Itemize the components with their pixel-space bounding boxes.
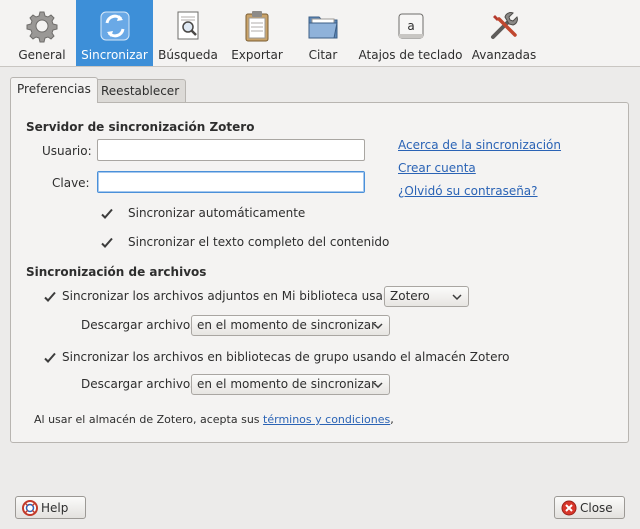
user-field[interactable] xyxy=(97,139,365,161)
tab-label: Reestablecer xyxy=(101,84,180,98)
close-button[interactable]: Close xyxy=(554,496,625,519)
tab-preferencias[interactable]: Preferencias xyxy=(10,77,98,103)
group-files-checkbox[interactable] xyxy=(42,350,58,366)
checkmark-icon xyxy=(101,237,113,248)
preferences-toolbar: General Sincronizar Búsqueda Exportar Ci… xyxy=(0,0,640,67)
search-document-icon xyxy=(177,11,199,40)
terms-link[interactable]: términos y condiciones xyxy=(263,413,390,426)
checkmark-icon xyxy=(101,208,113,219)
toolbar-citar[interactable]: Citar xyxy=(300,0,346,66)
fulltext-sync-label: Sincronizar el texto completo del conten… xyxy=(128,235,390,249)
toolbar-sincronizar[interactable]: Sincronizar xyxy=(76,0,153,66)
toolbar-exportar[interactable]: Exportar xyxy=(228,0,286,66)
create-account-link[interactable]: Crear cuenta xyxy=(398,161,476,175)
tab-reestablecer[interactable]: Reestablecer xyxy=(94,79,187,103)
toolbar-general[interactable]: General xyxy=(13,0,71,66)
my-library-download-select[interactable]: en el momento de sincronizar xyxy=(191,315,390,336)
help-button[interactable]: Help xyxy=(15,496,86,519)
password-field[interactable] xyxy=(97,171,365,193)
clipboard-icon xyxy=(245,11,269,42)
help-icon xyxy=(22,499,38,516)
chevron-down-icon xyxy=(373,382,383,389)
group-download-label: Descargar archivos xyxy=(81,377,197,391)
toolbar-atajos-de-teclado[interactable]: a Atajos de teclado xyxy=(358,0,463,66)
toolbar-label: Atajos de teclado xyxy=(358,48,463,62)
server-heading: Servidor de sincronización Zotero xyxy=(26,120,255,134)
chevron-down-icon xyxy=(373,323,383,330)
password-label: Clave: xyxy=(52,176,90,190)
terms-suffix: , xyxy=(390,413,394,426)
forgot-password-link[interactable]: ¿Olvidó su contraseña? xyxy=(398,184,538,198)
auto-sync-label: Sincronizar automáticamente xyxy=(128,206,306,220)
about-sync-link[interactable]: Acerca de la sincronización xyxy=(398,138,561,152)
help-label: Help xyxy=(41,500,69,515)
toolbar-label: Avanzadas xyxy=(471,48,537,62)
sync-method-value: Zotero xyxy=(390,289,430,303)
close-icon xyxy=(561,500,577,515)
my-library-download-label: Descargar archivos xyxy=(81,318,197,332)
group-download-value: en el momento de sincronizar xyxy=(197,377,377,391)
keyboard-key-icon: a xyxy=(398,13,423,39)
toolbar-label: Exportar xyxy=(231,48,283,62)
my-library-files-checkbox[interactable] xyxy=(42,289,58,305)
chevron-down-icon xyxy=(452,294,462,301)
toolbar-label: General xyxy=(18,48,66,62)
sync-method-select[interactable]: Zotero xyxy=(384,286,469,307)
preferences-panel: Servidor de sincronización Zotero Usuari… xyxy=(10,102,629,443)
terms-notice: Al usar el almacén de Zotero, acepta sus… xyxy=(34,413,394,426)
toolbar-label: Citar xyxy=(308,48,338,62)
sync-icon xyxy=(100,11,129,41)
fulltext-sync-checkbox[interactable] xyxy=(99,235,115,251)
toolbar-label: Búsqueda xyxy=(158,48,218,62)
file-sync-heading: Sincronización de archivos xyxy=(26,265,207,279)
toolbar-busqueda[interactable]: Búsqueda xyxy=(158,0,218,66)
folder-icon xyxy=(308,16,338,39)
user-label: Usuario: xyxy=(42,144,92,158)
close-label: Close xyxy=(580,500,613,515)
toolbar-avanzadas[interactable]: Avanzadas xyxy=(471,0,537,66)
checkmark-icon xyxy=(44,291,56,302)
my-library-download-value: en el momento de sincronizar xyxy=(197,318,377,332)
auto-sync-checkbox[interactable] xyxy=(99,206,115,222)
group-download-select[interactable]: en el momento de sincronizar xyxy=(191,374,390,395)
terms-text: Al usar el almacén de Zotero, acepta sus xyxy=(34,413,260,426)
toolbar-label: Sincronizar xyxy=(81,48,148,62)
key-glyph: a xyxy=(407,19,414,33)
gear-icon xyxy=(26,11,58,43)
my-library-files-label: Sincronizar los archivos adjuntos en Mi … xyxy=(62,289,406,303)
group-files-label: Sincronizar los archivos en bibliotecas … xyxy=(62,350,510,364)
tab-label: Preferencias xyxy=(17,82,91,96)
tools-icon xyxy=(491,12,518,39)
checkmark-icon xyxy=(44,352,56,363)
